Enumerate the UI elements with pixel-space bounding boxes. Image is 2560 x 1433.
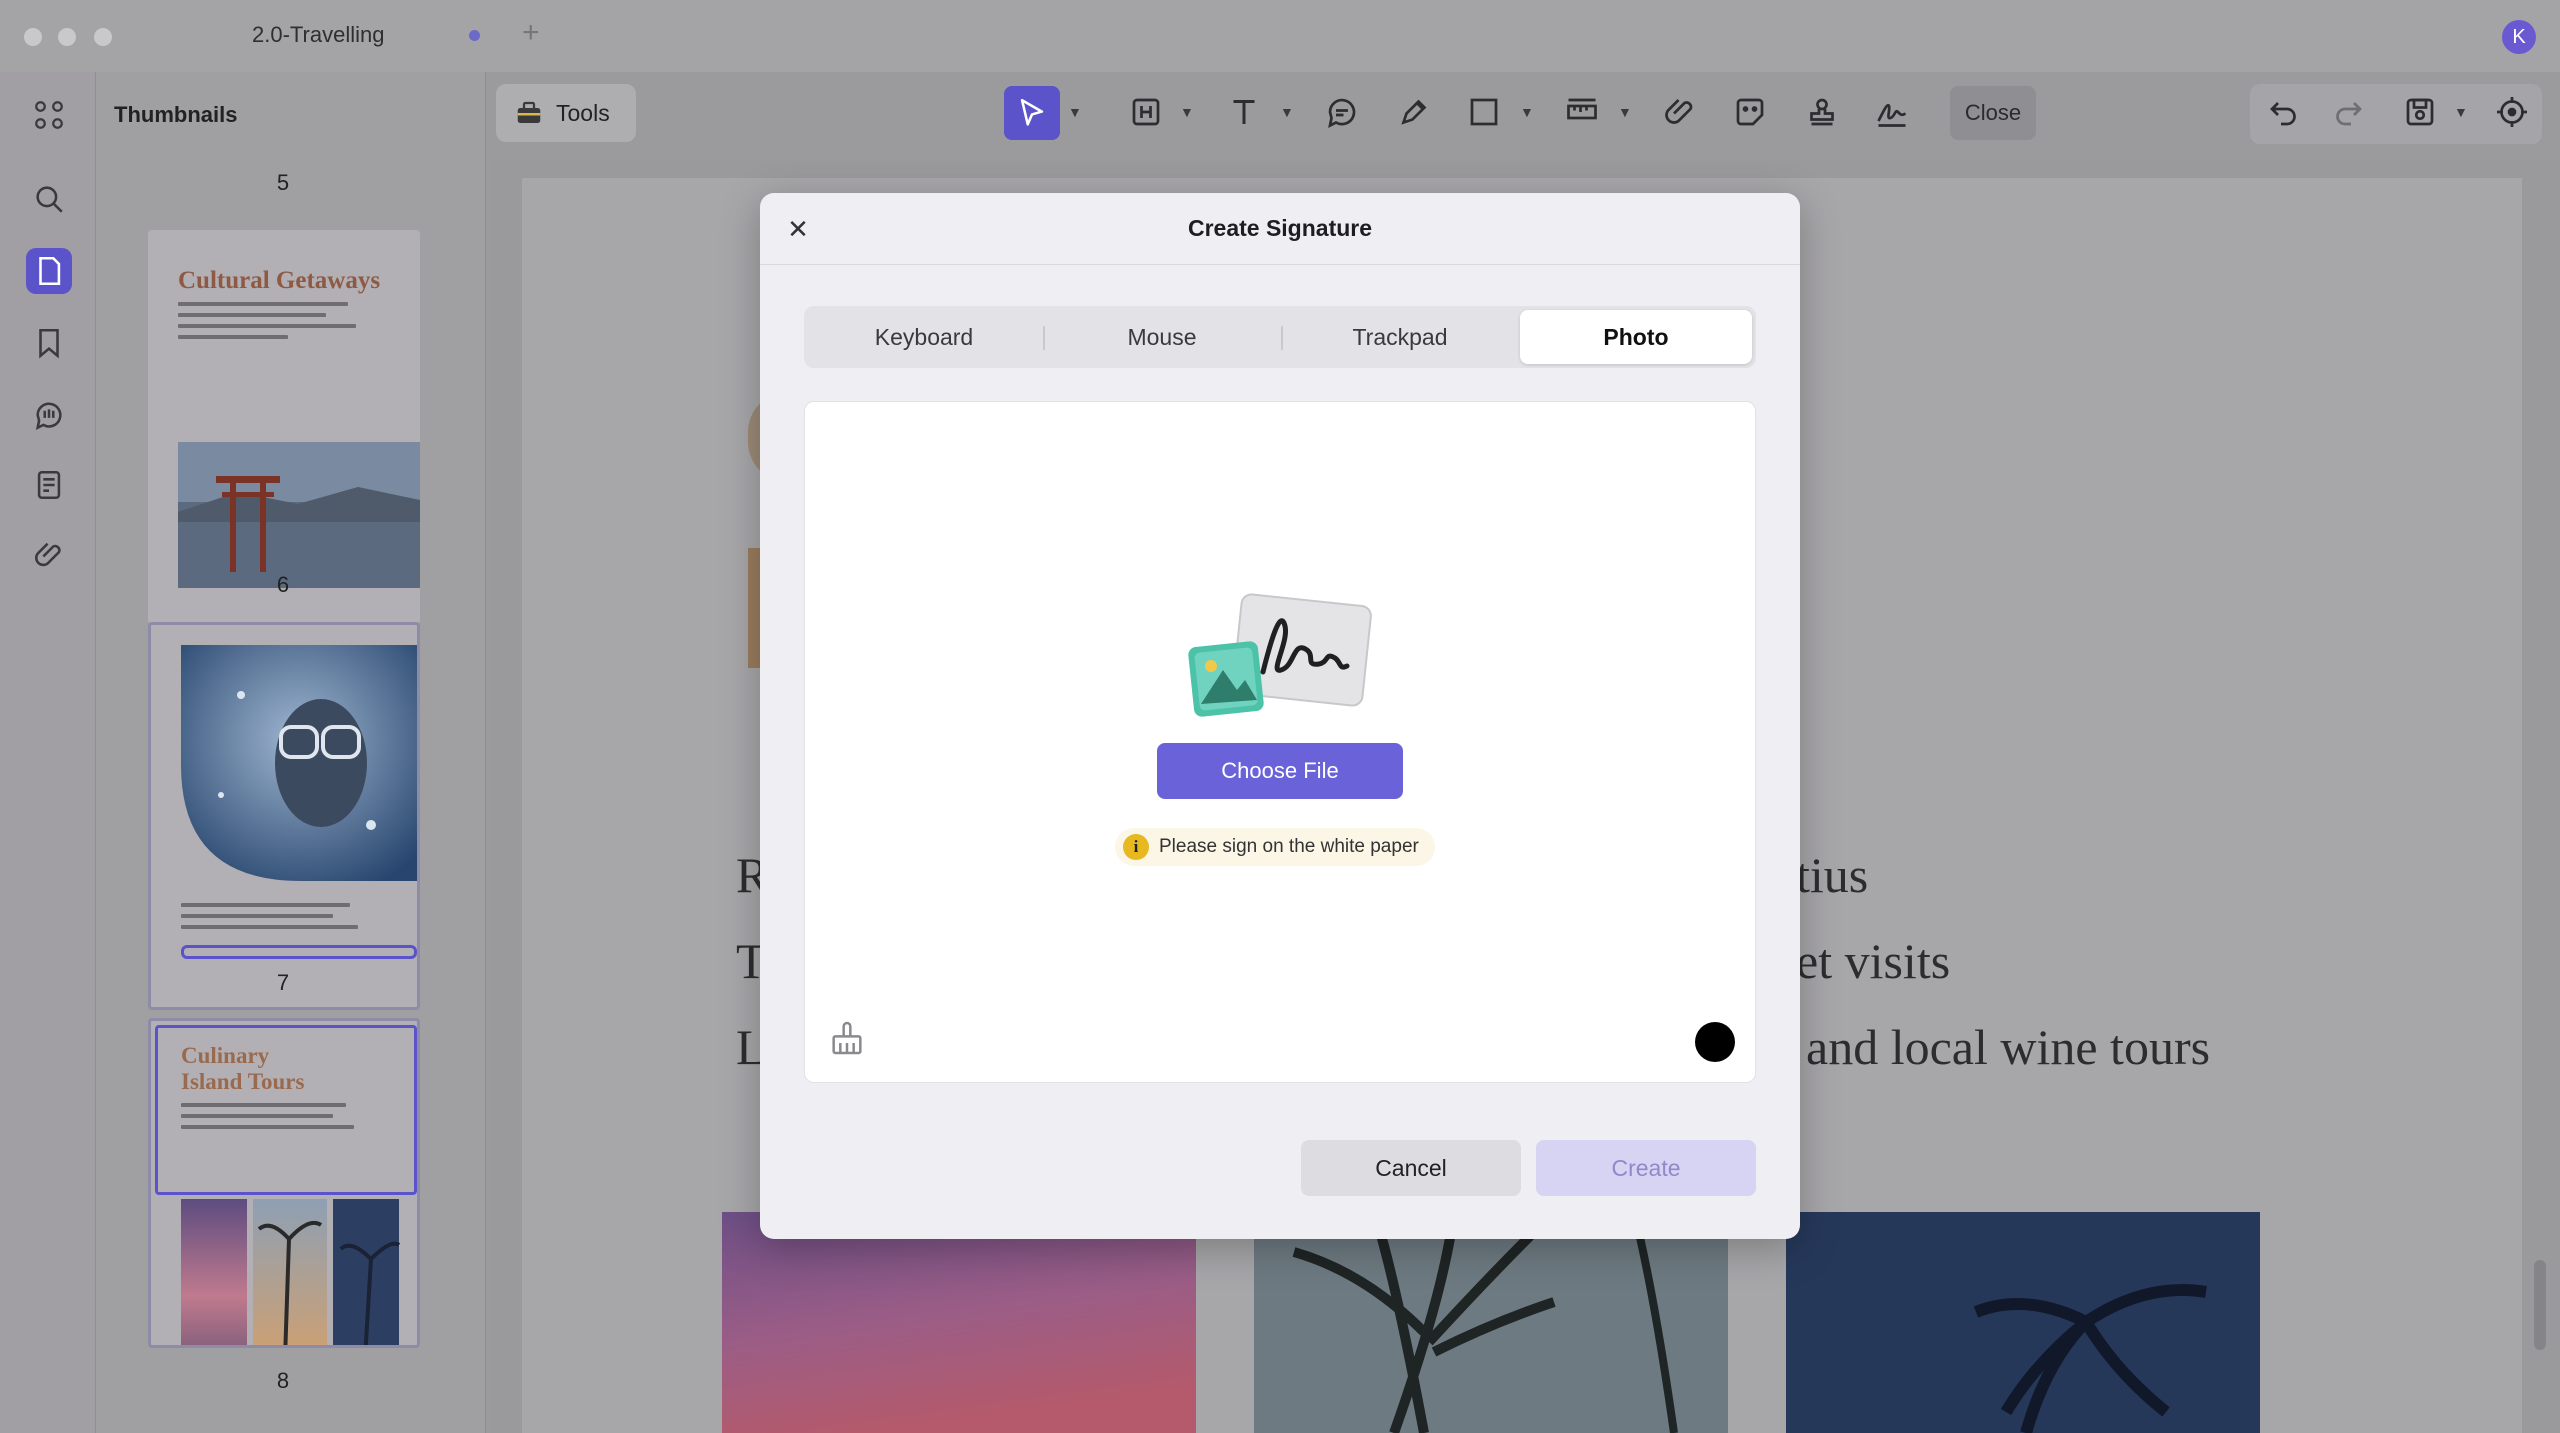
comment-icon[interactable] <box>26 392 72 438</box>
thumbnail-heading: Cultural Getaways <box>178 267 381 294</box>
tools-button[interactable]: Tools <box>496 84 636 142</box>
create-button[interactable]: Create <box>1536 1140 1756 1196</box>
comment-tool-icon[interactable] <box>1318 88 1366 136</box>
chevron-down-icon[interactable]: ▼ <box>1068 104 1082 120</box>
pages-icon[interactable] <box>26 248 72 294</box>
search-icon[interactable] <box>26 176 72 222</box>
document-text-line: et visits <box>1796 933 1951 989</box>
unsaved-indicator <box>469 30 480 41</box>
attachment-tool-icon[interactable] <box>1656 88 1704 136</box>
chevron-down-icon[interactable]: ▼ <box>1618 104 1632 120</box>
shape-tool-icon[interactable] <box>1460 88 1508 136</box>
hint-text: Please sign on the white paper <box>1159 836 1419 857</box>
chevron-down-icon[interactable]: ▼ <box>1180 104 1194 120</box>
page-thumbnail-7[interactable] <box>148 622 420 1010</box>
page-number: 6 <box>276 572 290 597</box>
ai-assistant-icon[interactable] <box>2488 88 2536 136</box>
close-toolbar-button[interactable]: Close <box>1950 86 2036 140</box>
chevron-down-icon[interactable]: ▼ <box>2454 104 2468 120</box>
tab-keyboard[interactable]: Keyboard <box>808 310 1040 364</box>
cursor-arrow-icon <box>1020 98 1044 126</box>
create-signature-dialog: ✕ Create Signature Keyboard Mouse Trackp… <box>760 193 1800 1239</box>
cancel-button[interactable]: Cancel <box>1301 1140 1521 1196</box>
thumbnail-text-lines <box>148 294 420 339</box>
ink-color-picker[interactable] <box>1695 1022 1735 1062</box>
tab-divider <box>1043 326 1045 350</box>
toolbox-icon <box>517 101 541 123</box>
pen-tool-icon[interactable] <box>1390 88 1438 136</box>
panel-title: Thumbnails <box>114 102 238 127</box>
document-tab-title[interactable]: 2.0-Travelling <box>252 22 384 48</box>
tab-mouse[interactable]: Mouse <box>1046 310 1278 364</box>
undo-icon[interactable] <box>2260 88 2308 136</box>
page-number: 8 <box>276 1368 290 1393</box>
redo-icon[interactable] <box>2324 88 2372 136</box>
document-text-line: and local wine tours <box>1806 1019 2211 1075</box>
window-close-button[interactable] <box>24 28 42 46</box>
thumbnail-image <box>181 645 417 881</box>
page-number: 5 <box>276 170 290 195</box>
input-method-tabs: Keyboard Mouse Trackpad Photo <box>804 306 1756 368</box>
bookmark-icon[interactable] <box>26 320 72 366</box>
thumbnails-panel: Thumbnails 5 Cultural Getaways 6 7 Culin… <box>96 72 570 1433</box>
selection-box <box>155 1025 417 1195</box>
document-scrollbar[interactable] <box>2534 1260 2546 1350</box>
highlight-tool-icon[interactable] <box>1122 88 1170 136</box>
attachment-icon[interactable] <box>26 532 72 578</box>
measure-tool-icon[interactable] <box>1558 88 1606 136</box>
tab-photo[interactable]: Photo <box>1520 310 1752 364</box>
select-tool-button[interactable] <box>1004 86 1060 140</box>
text-tool-icon[interactable] <box>1220 88 1268 136</box>
page-thumbnail-6[interactable]: Cultural Getaways <box>148 230 420 624</box>
choose-file-button[interactable]: Choose File <box>1157 743 1403 799</box>
chevron-down-icon[interactable]: ▼ <box>1280 104 1294 120</box>
avatar[interactable]: K <box>2502 20 2536 54</box>
window-zoom-button[interactable] <box>94 28 112 46</box>
save-icon[interactable] <box>2396 88 2444 136</box>
window-minimize-button[interactable] <box>58 28 76 46</box>
tools-label: Tools <box>556 99 610 126</box>
dialog-header: ✕ Create Signature <box>760 193 1800 265</box>
sticker-tool-icon[interactable] <box>1726 88 1774 136</box>
signature-paper[interactable]: Choose File i Please sign on the white p… <box>804 401 1756 1083</box>
chevron-down-icon[interactable]: ▼ <box>1520 104 1534 120</box>
signature-photo-illustration-icon <box>1188 593 1372 717</box>
dialog-title: Create Signature <box>1187 215 1373 241</box>
new-tab-button[interactable]: + <box>522 16 540 50</box>
document-text-line: tius <box>1796 847 1869 903</box>
thumbnail-text-lines <box>151 895 417 936</box>
document-photo-sunset <box>722 1212 1196 1433</box>
thumbnail-image <box>178 442 420 588</box>
clear-eraser-icon[interactable] <box>827 1018 867 1058</box>
document-photo-palms <box>1254 1212 1728 1433</box>
thumbnail-image <box>181 1199 401 1345</box>
tab-trackpad[interactable]: Trackpad <box>1284 310 1516 364</box>
signature-tool-icon[interactable] <box>1868 88 1916 136</box>
left-icon-rail <box>0 72 96 1433</box>
tab-divider <box>1281 326 1283 350</box>
stamp-tool-icon[interactable] <box>1798 88 1846 136</box>
selection-indicator <box>181 945 417 959</box>
page-number: 7 <box>276 970 290 995</box>
document-photo-night-palm <box>1786 1212 2260 1433</box>
page-thumbnail-8[interactable]: Culinary Island Tours <box>148 1018 420 1348</box>
grid-view-icon[interactable] <box>26 92 72 138</box>
sign-hint: i Please sign on the white paper <box>1115 828 1435 866</box>
form-icon[interactable] <box>26 462 72 508</box>
info-icon: i <box>1123 834 1149 860</box>
title-bar: 2.0-Travelling + K <box>0 0 2560 72</box>
